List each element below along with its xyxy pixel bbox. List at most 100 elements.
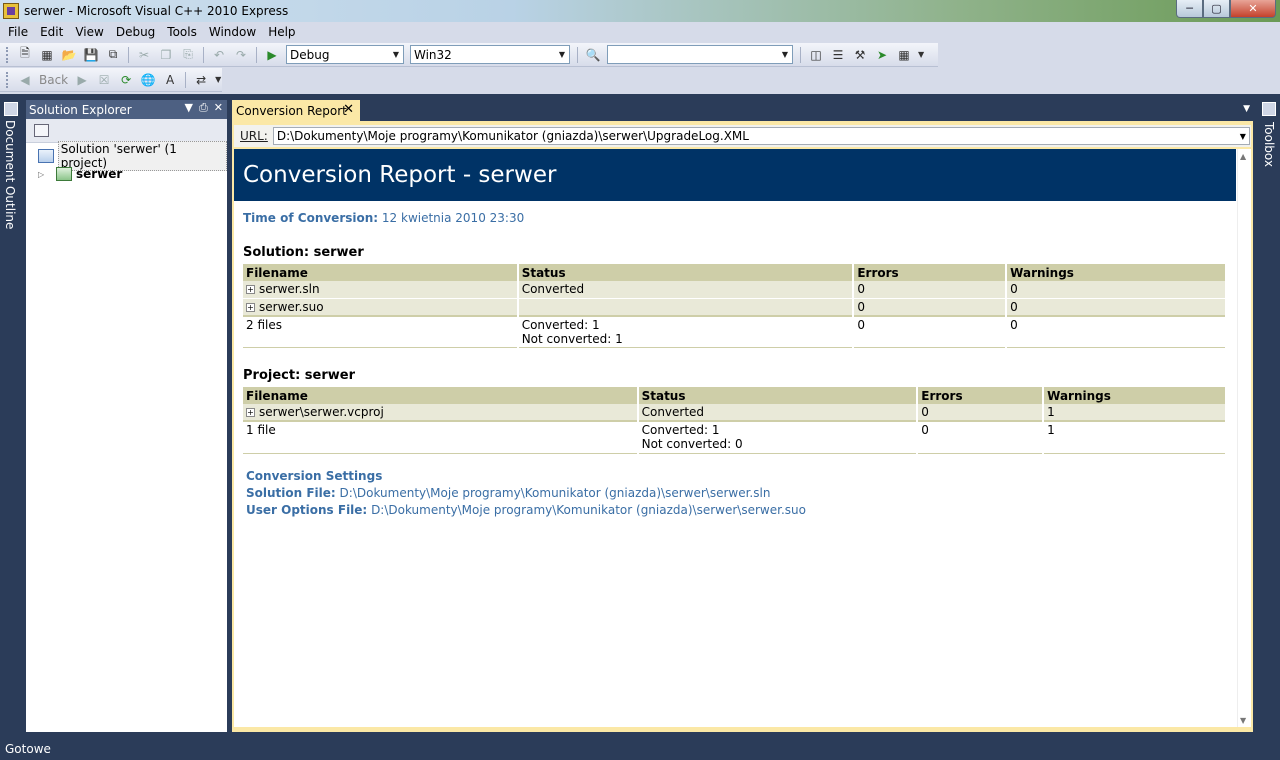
pin-icon[interactable]: ⎙ — [199, 101, 208, 115]
table-header-row: Filename Status Errors Warnings — [243, 387, 1227, 404]
stop-icon[interactable]: ☒ — [96, 72, 112, 88]
toolbox-label: Toolbox — [1262, 122, 1276, 167]
maximize-button[interactable]: ▢ — [1203, 0, 1230, 18]
toolbar-grip[interactable] — [6, 46, 9, 63]
url-input[interactable]: D:\Dokumenty\Moje programy\Komunikator (… — [272, 127, 1250, 145]
toolbar-separator — [256, 46, 257, 63]
start-debugging-icon[interactable]: ▶ — [264, 47, 280, 63]
total-status-cell: Converted: 1 Not converted: 1 — [517, 314, 855, 348]
expand-plus-icon[interactable]: + — [246, 408, 255, 417]
panel-dropdown-icon[interactable]: ▼ — [185, 101, 193, 115]
document-outline-tab[interactable]: Document Outline — [0, 100, 22, 230]
scroll-up-icon[interactable]: ▲ — [1240, 152, 1246, 161]
back-button-label[interactable]: Back — [39, 73, 68, 87]
copy-icon[interactable]: ❐ — [158, 47, 174, 63]
filename-cell: + serwer\serwer.vcproj — [243, 404, 639, 422]
tab-label: Conversion Report — [236, 103, 347, 118]
expand-plus-icon[interactable]: + — [246, 285, 255, 294]
tab-close-icon[interactable]: ✕ — [343, 102, 354, 117]
toolbox-tab[interactable]: Toolbox — [1258, 100, 1280, 170]
menu-window[interactable]: Window — [203, 25, 262, 39]
warnings-cell: 1 — [1043, 404, 1227, 422]
scroll-down-icon[interactable]: ▼ — [1240, 716, 1246, 725]
close-button[interactable]: ✕ — [1230, 0, 1276, 18]
open-file-icon[interactable]: 📂 — [61, 47, 77, 63]
menu-edit[interactable]: Edit — [34, 25, 69, 39]
document-tab-strip: Conversion Report ✕ ▼ — [232, 100, 1254, 121]
chevron-down-icon: ▼ — [392, 50, 400, 59]
refresh-icon[interactable]: ⟳ — [118, 72, 134, 88]
find-in-files-icon[interactable]: 🔍 — [585, 47, 601, 63]
visual-studio-icon[interactable] — [3, 3, 19, 19]
undo-icon[interactable]: ↶ — [211, 47, 227, 63]
toolbar-overflow-icon[interactable]: ▼ — [215, 75, 221, 84]
table-row: + serwer.suo 0 0 — [243, 298, 1227, 316]
report-title: Conversion Report - serwer — [234, 149, 1236, 201]
toolbox-icon — [1262, 102, 1276, 116]
menu-view[interactable]: View — [69, 25, 109, 39]
solution-file-label: Solution File: — [246, 485, 336, 500]
expand-plus-icon[interactable]: + — [246, 302, 255, 312]
menu-help[interactable]: Help — [262, 25, 301, 39]
tree-item-solution[interactable]: Solution 'serwer' (1 project) — [26, 141, 227, 171]
sync-icon[interactable]: ⇄ — [193, 72, 209, 88]
new-project-icon[interactable]: 🗎 — [17, 46, 33, 63]
platform-select[interactable]: Win32 ▼ — [410, 45, 570, 64]
filename: serwer.suo — [259, 299, 324, 314]
properties-icon[interactable]: ☰ — [830, 47, 846, 63]
toolbar-overflow-icon[interactable]: ▼ — [918, 50, 924, 59]
time-value: 12 kwietnia 2010 23:30 — [381, 211, 525, 225]
solution-heading: Solution: serwer — [243, 245, 364, 260]
web-home-icon[interactable]: 🌐 — [140, 72, 156, 88]
table-row: + serwer.sln Converted 0 0 — [243, 281, 1227, 299]
vertical-scrollbar[interactable]: ▲ ▼ — [1237, 149, 1251, 727]
status-cell — [517, 298, 855, 316]
report-view: Conversion Report - serwer Time of Conve… — [234, 149, 1251, 727]
active-files-dropdown-icon[interactable]: ▼ — [1243, 104, 1250, 114]
expand-arrow-icon[interactable]: ▷ — [38, 170, 48, 179]
cut-icon[interactable]: ✂ — [136, 47, 152, 63]
window-title: serwer - Microsoft Visual C++ 2010 Expre… — [24, 4, 289, 18]
filename: serwer\serwer.vcproj — [259, 405, 384, 419]
tools-icon[interactable]: ⚒ — [852, 47, 868, 63]
column-header: Errors — [917, 387, 1045, 404]
save-icon[interactable]: 💾 — [83, 47, 99, 63]
class-view-icon[interactable]: ▦ — [896, 47, 912, 63]
document-outline-icon — [4, 102, 18, 116]
time-of-conversion: Time of Conversion: 12 kwietnia 2010 23:… — [243, 211, 1227, 225]
redo-icon[interactable]: ↷ — [233, 47, 249, 63]
start-page-icon[interactable]: ➤ — [874, 47, 890, 63]
solution-file-row: Solution File: D:\Dokumenty\Moje program… — [246, 485, 1227, 502]
chevron-down-icon[interactable]: ▼ — [1237, 132, 1249, 141]
url-bar: URL: D:\Dokumenty\Moje programy\Komunika… — [234, 125, 1251, 147]
document-outline-label: Document Outline — [3, 120, 17, 230]
conversion-settings: Conversion Settings Solution File: D:\Do… — [243, 468, 1227, 519]
properties-icon[interactable] — [34, 124, 49, 137]
toolbar-grip[interactable] — [6, 71, 9, 88]
configuration-select[interactable]: Debug ▼ — [286, 45, 404, 64]
add-item-icon[interactable]: ▦ — [39, 47, 55, 63]
solution-explorer-icon[interactable]: ◫ — [808, 47, 824, 63]
column-header: Status — [637, 387, 919, 404]
converted-count: Converted: 1 — [521, 317, 600, 332]
panel-close-icon[interactable]: ✕ — [214, 101, 223, 115]
tab-conversion-report[interactable]: Conversion Report ✕ — [232, 100, 360, 121]
toolbar-separator — [128, 46, 129, 63]
paste-icon[interactable]: ⎘ — [180, 47, 196, 63]
filename-cell: + serwer.suo — [243, 298, 519, 316]
solution-explorer-header: Solution Explorer ▼ ⎙ ✕ — [26, 100, 227, 119]
solution-file-path: D:\Dokumenty\Moje programy\Komunikator (… — [339, 485, 771, 500]
save-all-icon[interactable]: ⧉ — [105, 47, 121, 63]
font-size-icon[interactable]: A — [162, 72, 178, 88]
menu-tools[interactable]: Tools — [161, 25, 203, 39]
back-icon[interactable]: ◀ — [17, 72, 33, 88]
menu-debug[interactable]: Debug — [110, 25, 161, 39]
warnings-cell: 0 — [1006, 281, 1227, 299]
toolbar-area: 🗎 ▦ 📂 💾 ⧉ ✂ ❐ ⎘ ↶ ↷ ▶ Debug ▼ Win32 ▼ 🔍 … — [0, 42, 1280, 94]
forward-icon[interactable]: ▶ — [74, 72, 90, 88]
minimize-button[interactable]: ─ — [1176, 0, 1203, 18]
errors-cell: 0 — [853, 298, 1008, 316]
menu-file[interactable]: File — [2, 25, 34, 39]
column-header: Warnings — [1043, 387, 1227, 404]
find-combo[interactable]: ▼ — [607, 45, 793, 64]
